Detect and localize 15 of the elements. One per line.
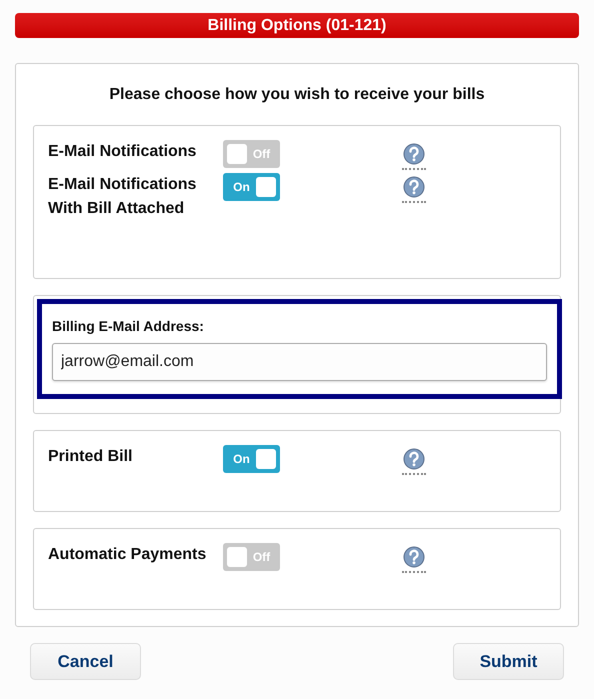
option-label: Automatic Payments bbox=[48, 545, 208, 565]
option-label: Printed Bill bbox=[48, 447, 134, 467]
help-icon[interactable] bbox=[402, 143, 426, 170]
option-label: E-Mail Notifications With Bill Attached bbox=[48, 175, 198, 219]
option-label: E-Mail Notifications bbox=[48, 142, 198, 162]
toggle-switch[interactable]: On bbox=[223, 173, 280, 201]
action-button[interactable]: Submit bbox=[453, 643, 564, 680]
help-icon[interactable] bbox=[402, 448, 426, 475]
dialog-title: Billing Options (01-121) bbox=[15, 13, 579, 38]
field-label: Billing E-Mail Address: bbox=[52, 317, 205, 336]
toggle-switch[interactable]: On bbox=[223, 445, 280, 473]
help-icon[interactable] bbox=[402, 176, 426, 203]
prompt-text: Please choose how you wish to receive your bills bbox=[108, 85, 486, 105]
help-icon[interactable] bbox=[402, 546, 426, 573]
action-button[interactable]: Cancel bbox=[30, 643, 141, 680]
